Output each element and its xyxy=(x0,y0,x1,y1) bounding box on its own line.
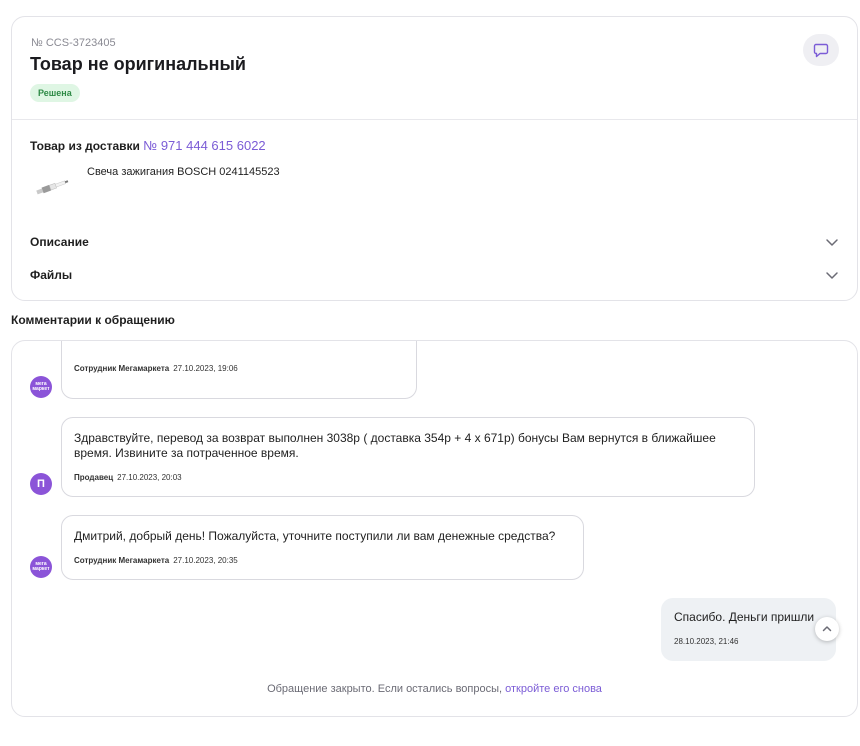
message-text: Дмитрий, добрый день! Пожалуйста, уточни… xyxy=(74,529,556,543)
message-author: Продавец xyxy=(74,473,114,482)
delivery-info: Товар из доставки № 971 444 615 6022 xyxy=(30,138,266,153)
status-badge: Решена xyxy=(30,84,80,102)
message-meta: Сотрудник Мегамаркета 27.10.2023, 19:06 xyxy=(74,364,238,373)
message-bubble: Сотрудник Мегамаркета 27.10.2023, 19:06 xyxy=(61,341,417,399)
closed-note: Обращение закрыто. Если остались вопросы… xyxy=(12,683,857,695)
product-name: Свеча зажигания BOSCH 0241145523 xyxy=(87,166,280,178)
message-author: Сотрудник Мегамаркета xyxy=(74,364,170,373)
message-text: Здравствуйте, перевод за возврат выполне… xyxy=(74,431,716,460)
chevron-down-icon xyxy=(826,239,838,246)
message-meta: Продавец 27.10.2023, 20:03 xyxy=(74,473,182,482)
files-accordion[interactable]: Файлы xyxy=(30,265,839,285)
message-time: 27.10.2023, 20:03 xyxy=(117,473,182,482)
scroll-to-top-button[interactable] xyxy=(815,617,839,641)
spark-plug-image xyxy=(36,180,69,195)
message-author: Сотрудник Мегамаркета xyxy=(74,556,170,565)
closed-note-text: Обращение закрыто. Если остались вопросы… xyxy=(267,683,503,695)
message-bubble: Здравствуйте, перевод за возврат выполне… xyxy=(61,417,755,497)
avatar: мега маркет xyxy=(30,556,52,578)
message-time: 27.10.2023, 19:06 xyxy=(173,364,238,373)
files-label: Файлы xyxy=(30,268,73,282)
page-title: Товар не оригинальный xyxy=(30,54,246,74)
description-label: Описание xyxy=(30,235,89,249)
chat-icon xyxy=(813,43,829,58)
comments-title: Комментарии к обращению xyxy=(11,313,175,327)
message-meta: Сотрудник Мегамаркета 27.10.2023, 20:35 xyxy=(74,556,238,565)
message-text: Спасибо. Деньги пришли xyxy=(674,610,815,624)
chevron-down-icon xyxy=(826,272,838,279)
ticket-card: № CCS-3723405 Товар не оригинальный Реше… xyxy=(11,16,858,301)
reopen-link[interactable]: откройте его снова xyxy=(505,683,602,695)
description-accordion[interactable]: Описание xyxy=(30,232,839,252)
chevron-up-icon xyxy=(822,626,832,632)
own-message-bubble: Спасибо. Деньги пришли 28.10.2023, 21:46 xyxy=(661,598,836,661)
avatar: мега маркет xyxy=(30,376,52,398)
delivery-number-link[interactable]: № 971 444 615 6022 xyxy=(143,138,265,153)
ticket-number: № CCS-3723405 xyxy=(31,37,116,49)
message-bubble: Дмитрий, добрый день! Пожалуйста, уточни… xyxy=(61,515,584,580)
message-time: 28.10.2023, 21:46 xyxy=(674,637,739,646)
message-time: 27.10.2023, 20:35 xyxy=(173,556,238,565)
delivery-label: Товар из доставки xyxy=(30,139,140,153)
comments-panel[interactable]: мега маркет Сотрудник Мегамаркета 27.10.2… xyxy=(11,340,858,717)
chat-button[interactable] xyxy=(803,34,839,66)
avatar: П xyxy=(30,473,52,495)
divider xyxy=(12,119,857,120)
